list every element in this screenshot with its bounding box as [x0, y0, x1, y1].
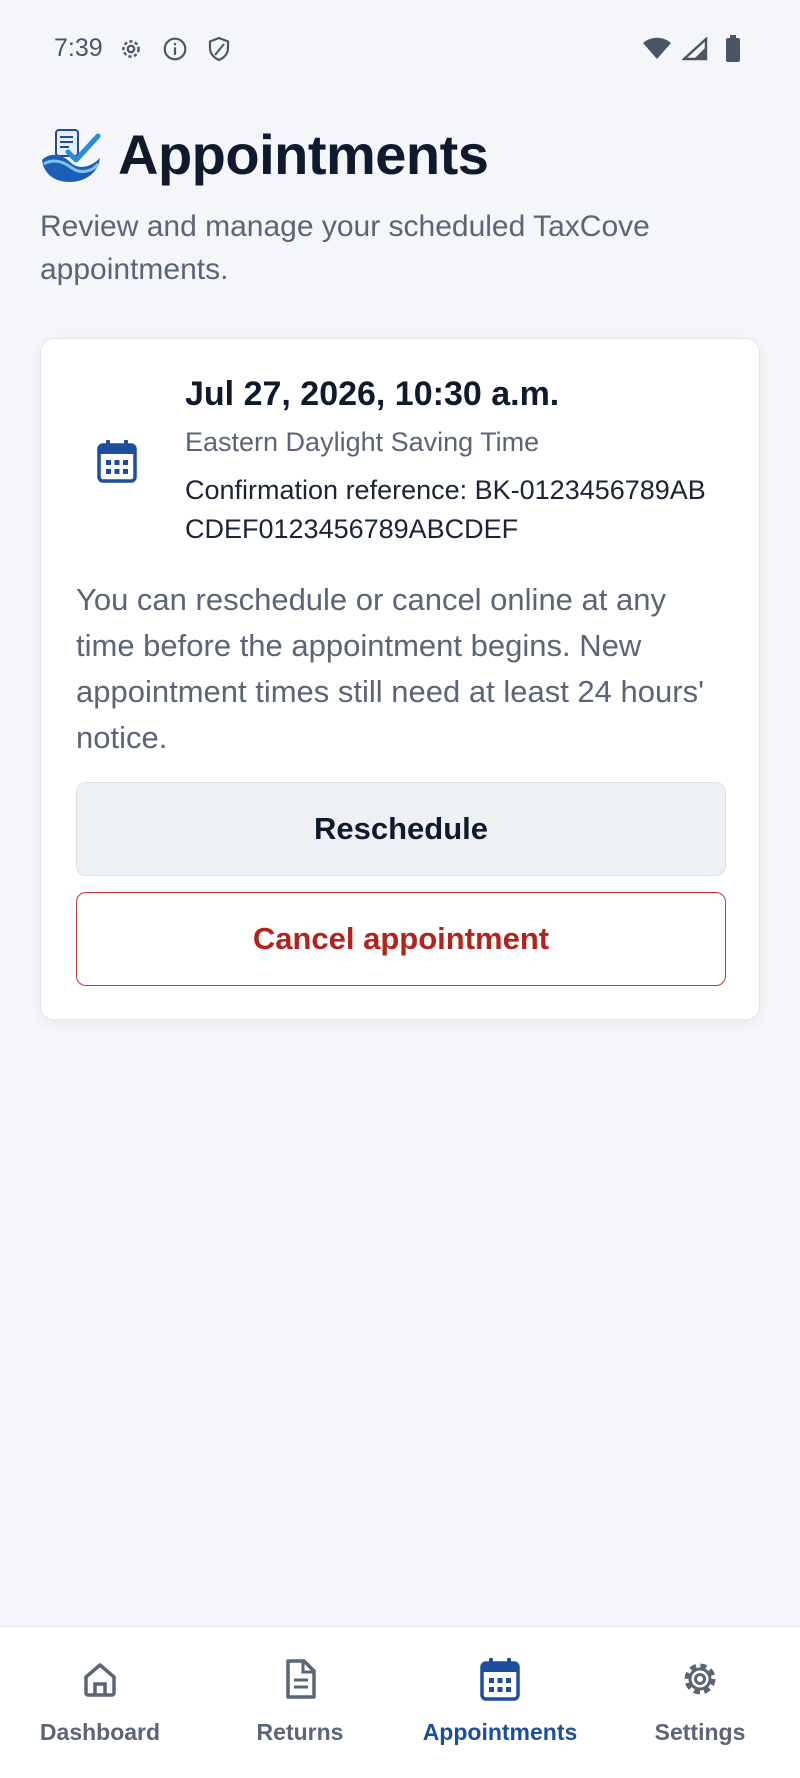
status-icons-left [116, 34, 234, 64]
calendar-icon [478, 1657, 522, 1701]
bottom-navigation: Dashboard Returns Appointments Settings [0, 1626, 800, 1778]
nav-label-settings: Settings [654, 1719, 746, 1745]
status-icons-right [642, 34, 748, 64]
document-icon [278, 1657, 322, 1701]
signal-icon [680, 34, 710, 64]
confirmation-reference: Confirmation reference: BK-0123456789ABC… [185, 475, 706, 544]
nav-item-dashboard[interactable]: Dashboard [0, 1657, 200, 1746]
appointment-datetime: Jul 27, 2026, 10:30 a.m. [185, 375, 560, 413]
page-header: Appointments Review and manage your sche… [40, 122, 760, 291]
page-subtitle: Review and manage your scheduled TaxCove… [40, 210, 650, 286]
appointment-timezone: Eastern Daylight Saving Time [185, 427, 540, 457]
shield-icon [204, 34, 234, 64]
nav-label-returns: Returns [256, 1719, 344, 1745]
gear-icon [678, 1657, 722, 1701]
nav-label-dashboard: Dashboard [39, 1719, 161, 1745]
appointment-card: Jul 27, 2026, 10:30 a.m. Eastern Dayligh… [40, 338, 760, 1020]
status-time: 7:39 [54, 34, 103, 62]
cancel-appointment-button[interactable]: Cancel appointment [76, 892, 726, 986]
nav-item-settings[interactable]: Settings [600, 1657, 800, 1746]
battery-icon [718, 34, 748, 64]
reschedule-policy-note: You can reschedule or cancel online at a… [76, 582, 704, 755]
page-title: Appointments [118, 123, 489, 186]
nav-item-returns[interactable]: Returns [200, 1657, 400, 1746]
calendar-icon [97, 439, 137, 483]
gear-icon [116, 34, 146, 64]
home-icon [78, 1657, 122, 1701]
wifi-icon [642, 34, 672, 64]
title-row: Appointments [40, 122, 760, 187]
info-icon [160, 34, 190, 64]
nav-label-appointments: Appointments [422, 1719, 578, 1745]
taxcove-logo-icon [40, 124, 102, 186]
nav-item-appointments[interactable]: Appointments [400, 1657, 600, 1746]
status-bar: 7:39 [0, 0, 800, 100]
reschedule-button[interactable]: Reschedule [76, 782, 726, 876]
